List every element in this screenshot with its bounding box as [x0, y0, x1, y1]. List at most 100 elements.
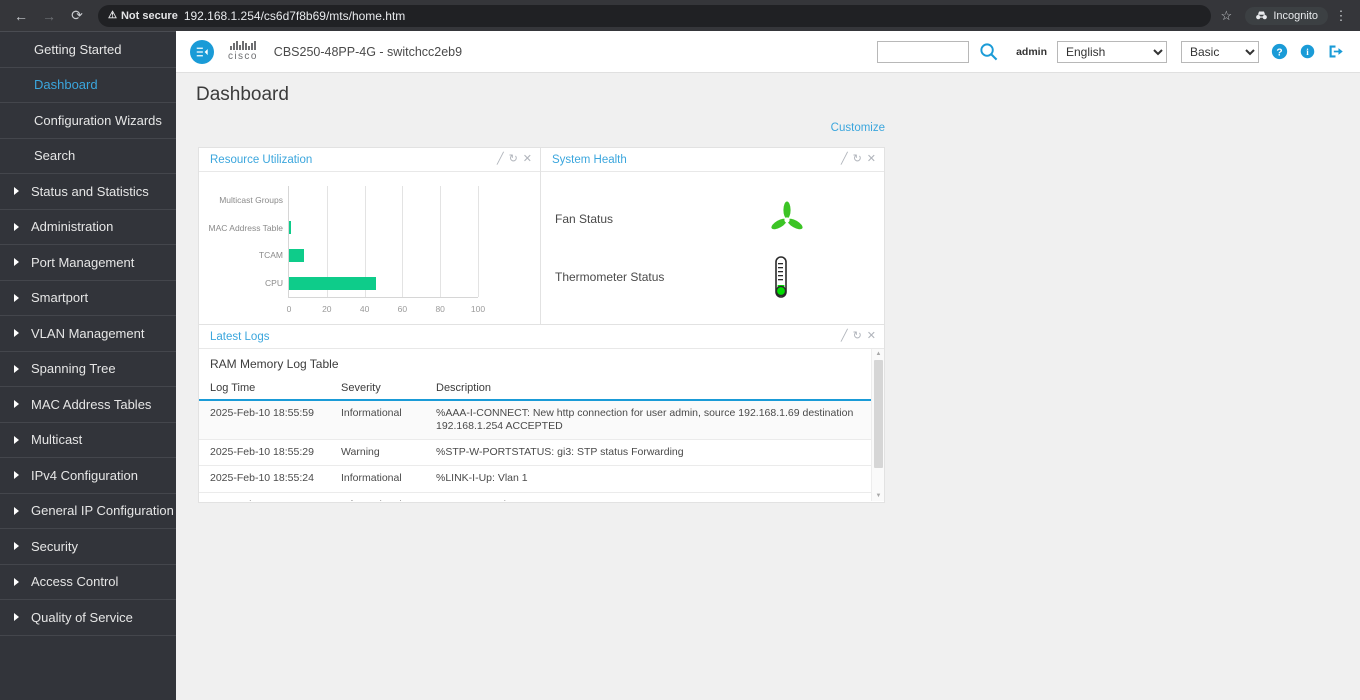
sidebar-item-label: Dashboard	[34, 77, 98, 93]
cisco-logo: cisco	[228, 41, 258, 62]
customize-link[interactable]: Customize	[831, 122, 885, 134]
address-bar[interactable]: ⚠ Not secure 192.168.1.254/cs6d7f8b69/mt…	[98, 4, 1212, 27]
sidebar-item-configuration-wizards[interactable]: Configuration Wizards	[0, 103, 176, 139]
help-icon[interactable]: ?	[1271, 43, 1288, 60]
incognito-indicator[interactable]: Incognito	[1245, 6, 1328, 25]
cisco-bars-icon	[230, 41, 256, 50]
header-controls: admin English BasicAdvanced ? i	[877, 40, 1344, 63]
sidebar-item-mac-address-tables[interactable]: MAC Address Tables	[0, 387, 176, 423]
fan-status-label: Fan Status	[555, 212, 614, 226]
sidebar-item-multicast[interactable]: Multicast	[0, 423, 176, 458]
sidebar-item-label: Security	[31, 538, 78, 554]
chart-bar	[289, 248, 305, 262]
sidebar-item-label: Configuration Wizards	[34, 112, 162, 128]
pencil-icon[interactable]: ╱	[497, 154, 504, 165]
sidebar-item-ipv4-configuration[interactable]: IPv4 Configuration	[0, 458, 176, 494]
caret-right-icon	[14, 329, 19, 338]
incognito-label: Incognito	[1273, 9, 1318, 22]
sidebar-item-vlan-management[interactable]: VLAN Management	[0, 316, 176, 352]
sidebar-item-label: IPv4 Configuration	[31, 467, 138, 483]
panel-header: Resource Utilization ╱ ↻ ✕	[199, 148, 540, 172]
sidebar-item-label: Status and Statistics	[31, 183, 149, 199]
health-row-thermometer: Thermometer Status	[555, 248, 884, 306]
device-title: CBS250-48PP-4G - switchcc2eb9	[273, 44, 463, 59]
sidebar-item-dashboard[interactable]: Dashboard	[0, 68, 176, 103]
mode-select[interactable]: BasicAdvanced	[1181, 40, 1259, 63]
sidebar-item-label: Multicast	[31, 432, 83, 448]
refresh-icon[interactable]: ↻	[509, 154, 518, 165]
sidebar-item-administration[interactable]: Administration	[0, 210, 176, 245]
sidebar-item-getting-started[interactable]: Getting Started	[0, 32, 176, 68]
back-icon[interactable]: ←	[8, 3, 34, 29]
log-time-cell: 2025-Feb-10 18:55:29	[199, 439, 330, 467]
scrollbar-thumb[interactable]	[874, 360, 883, 468]
caret-right-icon	[14, 542, 19, 551]
refresh-icon[interactable]: ↻	[853, 331, 862, 342]
reload-icon[interactable]: ⟳	[64, 3, 90, 29]
sidebar-item-label: Port Management	[31, 254, 135, 270]
collapse-menu-icon[interactable]	[190, 39, 214, 64]
url-text: 192.168.1.254/cs6d7f8b69/mts/home.htm	[183, 8, 406, 23]
scroll-down-icon[interactable]: ▼	[872, 491, 884, 501]
severity-cell: Informational	[330, 465, 425, 493]
panel-resource-utilization: Resource Utilization ╱ ↻ ✕ 0 20 40 60 80 100 M…	[198, 147, 541, 325]
cisco-wordmark: cisco	[228, 51, 258, 62]
log-time-cell: 2025-Feb-10 18:55:24	[199, 492, 330, 501]
sidebar-item-smartport[interactable]: Smartport	[0, 281, 176, 316]
sidebar-item-search[interactable]: Search	[0, 139, 176, 174]
logs-table-head: Log Time Severity Description	[199, 379, 884, 401]
logs-scrollbar[interactable]: ▲ ▼	[871, 349, 884, 501]
description-cell: %LINK-I-Up: Vlan 1	[425, 465, 884, 493]
thermometer-status-label: Thermometer Status	[555, 270, 665, 284]
language-select[interactable]: English	[1057, 40, 1167, 63]
close-icon[interactable]: ✕	[867, 154, 876, 165]
customize-row: Customize	[176, 117, 1360, 139]
sidebar-item-spanning-tree[interactable]: Spanning Tree	[0, 352, 176, 387]
sidebar-item-security[interactable]: Security	[0, 529, 176, 565]
health-row-fan: Fan Status	[555, 190, 884, 248]
caret-right-icon	[14, 364, 19, 373]
panel-tools: ╱ ↻ ✕	[841, 154, 876, 165]
search-input[interactable]	[877, 40, 970, 63]
caret-right-icon	[14, 471, 19, 480]
x-axis-tick-label: 100	[470, 304, 486, 314]
table-row[interactable]: 2025-Feb-10 18:55:24Informational%LINK-I…	[199, 492, 884, 501]
dashboard-grid: Resource Utilization ╱ ↻ ✕ 0 20 40 60 80 100 M…	[176, 139, 1360, 503]
sidebar-item-general-ip-configuration[interactable]: General IP Configuration	[0, 494, 176, 529]
warning-triangle-icon: ⚠	[108, 10, 117, 21]
severity-cell: Informational	[330, 492, 425, 501]
star-icon[interactable]: ☆	[1213, 8, 1239, 24]
x-axis-tick-label: 60	[397, 304, 408, 314]
panel-tools: ╱ ↻ ✕	[497, 154, 532, 165]
search-icon[interactable]	[979, 42, 998, 61]
category-label: Multicast Groups	[219, 194, 283, 205]
dashboard-top-row: Resource Utilization ╱ ↻ ✕ 0 20 40 60 80 100 M…	[198, 147, 1360, 325]
table-row[interactable]: 2025-Feb-10 18:55:59 Informational %AAA-I-…	[199, 400, 884, 441]
browser-menu-icon[interactable]: ⋮	[1330, 8, 1352, 24]
sidebar-item-label: VLAN Management	[31, 325, 145, 341]
browser-toolbar: ← → ⟳ ⚠ Not secure 192.168.1.254/cs6d7f8…	[0, 0, 1360, 31]
sidebar-item-status-and-statistics[interactable]: Status and Statistics	[0, 174, 176, 210]
table-row[interactable]: 2025-Feb-10 18:55:29 Warning %STP-W-PORTST…	[199, 439, 884, 467]
x-axis-tick-label: 80	[435, 304, 445, 314]
fan-icon	[770, 201, 804, 237]
chart-bar	[289, 276, 376, 290]
severity-cell: Warning	[330, 439, 425, 467]
sidebar-item-label: Quality of Service	[31, 609, 133, 625]
sidebar-item-access-control[interactable]: Access Control	[0, 565, 176, 600]
sidebar-item-port-management[interactable]: Port Management	[0, 245, 176, 281]
refresh-icon[interactable]: ↻	[853, 154, 862, 165]
sidebar-item-label: MAC Address Tables	[31, 396, 152, 412]
logs-column-header: Severity	[330, 379, 425, 401]
info-icon[interactable]: i	[1300, 44, 1315, 59]
close-icon[interactable]: ✕	[867, 331, 876, 342]
table-row[interactable]: 2025-Feb-10 18:55:24Informational%LINK-I…	[199, 465, 884, 493]
sidebar-item-quality-of-service[interactable]: Quality of Service	[0, 600, 176, 636]
pencil-icon[interactable]: ╱	[841, 154, 848, 165]
forward-icon[interactable]: →	[36, 3, 62, 29]
pencil-icon[interactable]: ╱	[841, 331, 848, 342]
scroll-up-icon[interactable]: ▲	[872, 349, 884, 359]
logout-icon[interactable]	[1327, 43, 1344, 60]
close-icon[interactable]: ✕	[523, 154, 532, 165]
security-indicator[interactable]: ⚠ Not secure	[108, 10, 178, 22]
